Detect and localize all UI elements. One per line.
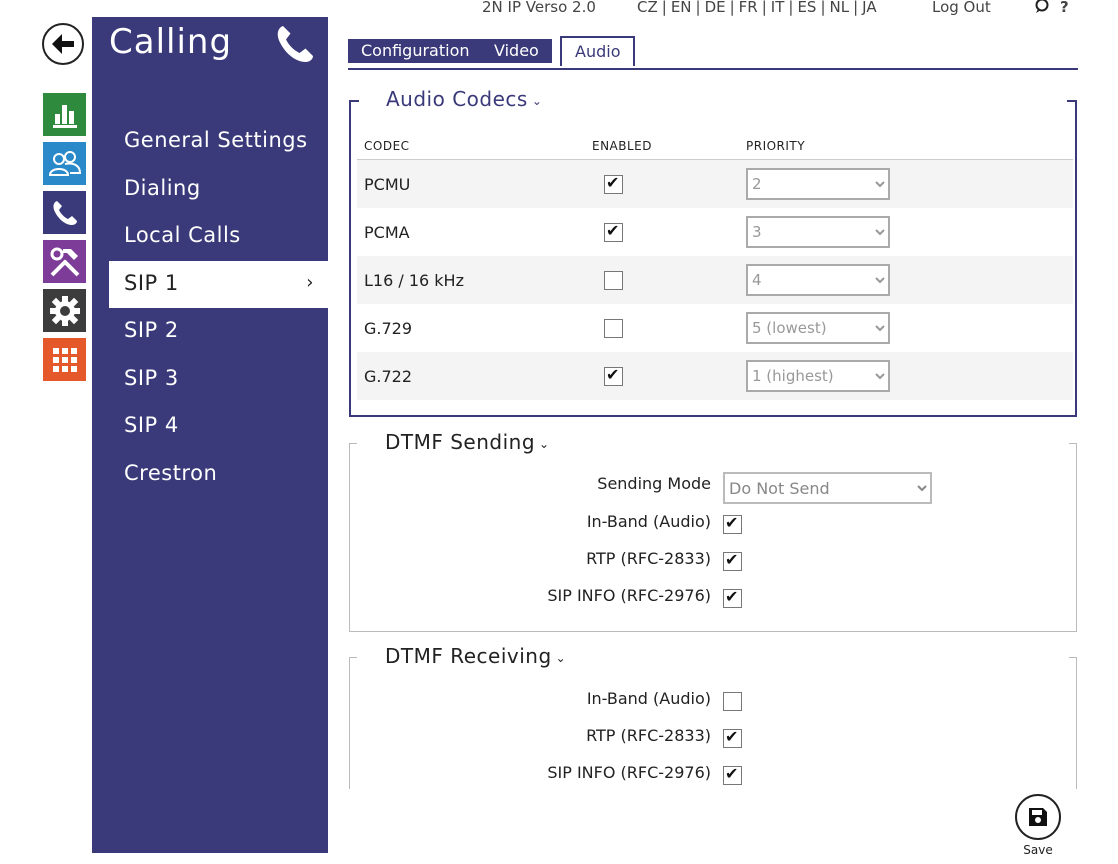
- lang-fr[interactable]: FR: [739, 0, 758, 16]
- priority-select[interactable]: 2: [746, 168, 890, 200]
- recv-sipinfo-checkbox[interactable]: [723, 764, 742, 785]
- audio-codecs-header[interactable]: Audio Codecs ⌄: [384, 87, 545, 111]
- table-row: L16 / 16 kHz 4: [357, 256, 1073, 304]
- codec-enabled-checkbox[interactable]: [604, 365, 623, 386]
- sending-mode-row: Sending Mode Do Not Send: [350, 470, 1076, 504]
- system-gear-icon[interactable]: [43, 289, 86, 332]
- send-sipinfo-label: SIP INFO (RFC-2976): [547, 586, 711, 605]
- lang-nl[interactable]: NL: [830, 0, 850, 16]
- dtmf-receiving-header[interactable]: DTMF Receiving ⌄: [383, 644, 569, 668]
- nav-item-sip-3[interactable]: SIP 3: [109, 356, 328, 404]
- directory-users-icon[interactable]: [43, 142, 86, 185]
- hardware-tools-icon[interactable]: [43, 240, 86, 283]
- save-button[interactable]: Save: [1014, 794, 1062, 857]
- codec-table: CODEC ENABLED PRIORITY PCMU 2 PCMA 3 L16…: [357, 133, 1073, 400]
- nav-item-dialing[interactable]: Dialing: [109, 166, 328, 214]
- send-inband-label: In-Band (Audio): [586, 512, 711, 531]
- column-header-codec: CODEC: [357, 133, 585, 160]
- page-title: Calling: [109, 22, 233, 62]
- section-title: DTMF Sending: [385, 430, 536, 454]
- chevron-down-icon: ⌄: [539, 436, 550, 451]
- codec-name: PCMA: [364, 222, 410, 242]
- nav-item-crestron[interactable]: Crestron: [109, 451, 328, 499]
- codec-name: PCMU: [357, 159, 585, 208]
- chevron-down-icon: ⌄: [531, 93, 543, 108]
- nav-item-sip-1[interactable]: SIP 1 ›: [109, 260, 328, 308]
- dtmf-receiving-section: DTMF Receiving ⌄ In-Band (Audio) RTP (RFC…: [349, 644, 1077, 789]
- send-inband-checkbox[interactable]: [723, 513, 742, 534]
- codec-enabled-checkbox[interactable]: [604, 271, 623, 290]
- send-rtp-label: RTP (RFC-2833): [586, 549, 711, 568]
- table-row: PCMA 3: [357, 208, 1073, 256]
- section-title: Audio Codecs: [386, 87, 528, 111]
- recv-inband-label: In-Band (Audio): [586, 689, 711, 708]
- section-title: DTMF Receiving: [385, 644, 552, 668]
- sending-mode-label: Sending Mode: [597, 474, 711, 493]
- dtmf-sending-header[interactable]: DTMF Sending ⌄: [383, 430, 552, 454]
- recv-sipinfo-label: SIP INFO (RFC-2976): [547, 763, 711, 782]
- codec-name: G.722: [357, 352, 585, 400]
- phone-icon: [274, 23, 316, 69]
- nav-item-sip-4[interactable]: SIP 4: [109, 403, 328, 451]
- product-name: 2N IP Verso 2.0: [482, 0, 596, 16]
- calling-phone-icon[interactable]: [43, 191, 86, 234]
- priority-select[interactable]: 3: [746, 216, 890, 248]
- chevron-right-icon: ›: [306, 271, 314, 293]
- tab-audio[interactable]: Audio: [560, 36, 636, 66]
- tab-configuration[interactable]: Configuration: [348, 39, 483, 63]
- nav-item-sip-2[interactable]: SIP 2: [109, 308, 328, 356]
- priority-select[interactable]: 1 (highest): [746, 360, 890, 392]
- column-header-enabled: ENABLED: [585, 133, 739, 160]
- codec-name: L16 / 16 kHz: [357, 256, 585, 304]
- lang-en[interactable]: EN: [671, 0, 692, 16]
- lang-cz[interactable]: CZ: [637, 0, 658, 16]
- send-rtp-checkbox[interactable]: [723, 550, 742, 571]
- tab-bar: Configuration Video Audio: [348, 36, 1078, 70]
- table-row: G.729 5 (lowest): [357, 304, 1073, 352]
- send-sipinfo-checkbox[interactable]: [723, 587, 742, 608]
- recv-sipinfo-row: SIP INFO (RFC-2976): [350, 759, 1076, 789]
- save-icon: [1015, 794, 1061, 840]
- recv-rtp-row: RTP (RFC-2833): [350, 722, 1076, 752]
- nav-item-general-settings[interactable]: General Settings: [109, 118, 328, 166]
- lang-it[interactable]: IT: [771, 0, 785, 16]
- sending-mode-select[interactable]: Do Not Send: [723, 472, 932, 504]
- recv-inband-row: In-Band (Audio): [350, 685, 1076, 715]
- column-header-priority: PRIORITY: [739, 133, 1073, 160]
- table-row: G.722 1 (highest): [357, 352, 1073, 400]
- table-row: PCMU 2: [357, 159, 1073, 208]
- recv-inband-checkbox[interactable]: [723, 692, 742, 711]
- chevron-down-icon: ⌄: [555, 650, 567, 665]
- dtmf-sending-section: DTMF Sending ⌄ Sending Mode Do Not Send I…: [349, 430, 1077, 632]
- arrow-left-icon: [52, 34, 74, 54]
- save-label: Save: [1023, 843, 1053, 857]
- codec-enabled-checkbox[interactable]: [604, 319, 623, 338]
- calling-side-nav: Calling General Settings Dialing Local C…: [92, 17, 328, 853]
- codec-enabled-checkbox[interactable]: [604, 221, 623, 242]
- services-grid-icon[interactable]: [43, 338, 86, 381]
- codec-name: G.729: [364, 318, 413, 338]
- back-button[interactable]: [42, 23, 84, 65]
- chat-icon[interactable]: [1034, 0, 1050, 18]
- lang-de[interactable]: DE: [705, 0, 726, 16]
- nav-item-local-calls[interactable]: Local Calls: [109, 213, 328, 261]
- module-rail: [43, 93, 86, 387]
- priority-select[interactable]: 5 (lowest): [746, 312, 890, 344]
- send-rtp-row: RTP (RFC-2833): [350, 545, 1076, 575]
- lang-es[interactable]: ES: [797, 0, 816, 16]
- priority-select[interactable]: 4: [746, 264, 890, 296]
- send-sipinfo-row: SIP INFO (RFC-2976): [350, 582, 1076, 612]
- recv-rtp-label: RTP (RFC-2833): [586, 726, 711, 745]
- audio-codecs-section: Audio Codecs ⌄ CODEC ENABLED PRIORITY PCM…: [349, 87, 1077, 417]
- recv-rtp-checkbox[interactable]: [723, 727, 742, 748]
- status-chart-icon[interactable]: [43, 93, 86, 136]
- tab-video[interactable]: Video: [481, 39, 552, 63]
- codec-enabled-checkbox[interactable]: [604, 173, 623, 194]
- logout-link[interactable]: Log Out: [932, 0, 991, 16]
- language-switcher: CZ | EN | DE | FR | IT | ES | NL | JA: [637, 0, 877, 16]
- help-icon[interactable]: ?: [1060, 0, 1069, 16]
- nav-item-label: SIP 1: [124, 270, 179, 295]
- send-inband-row: In-Band (Audio): [350, 508, 1076, 538]
- lang-ja[interactable]: JA: [862, 0, 876, 16]
